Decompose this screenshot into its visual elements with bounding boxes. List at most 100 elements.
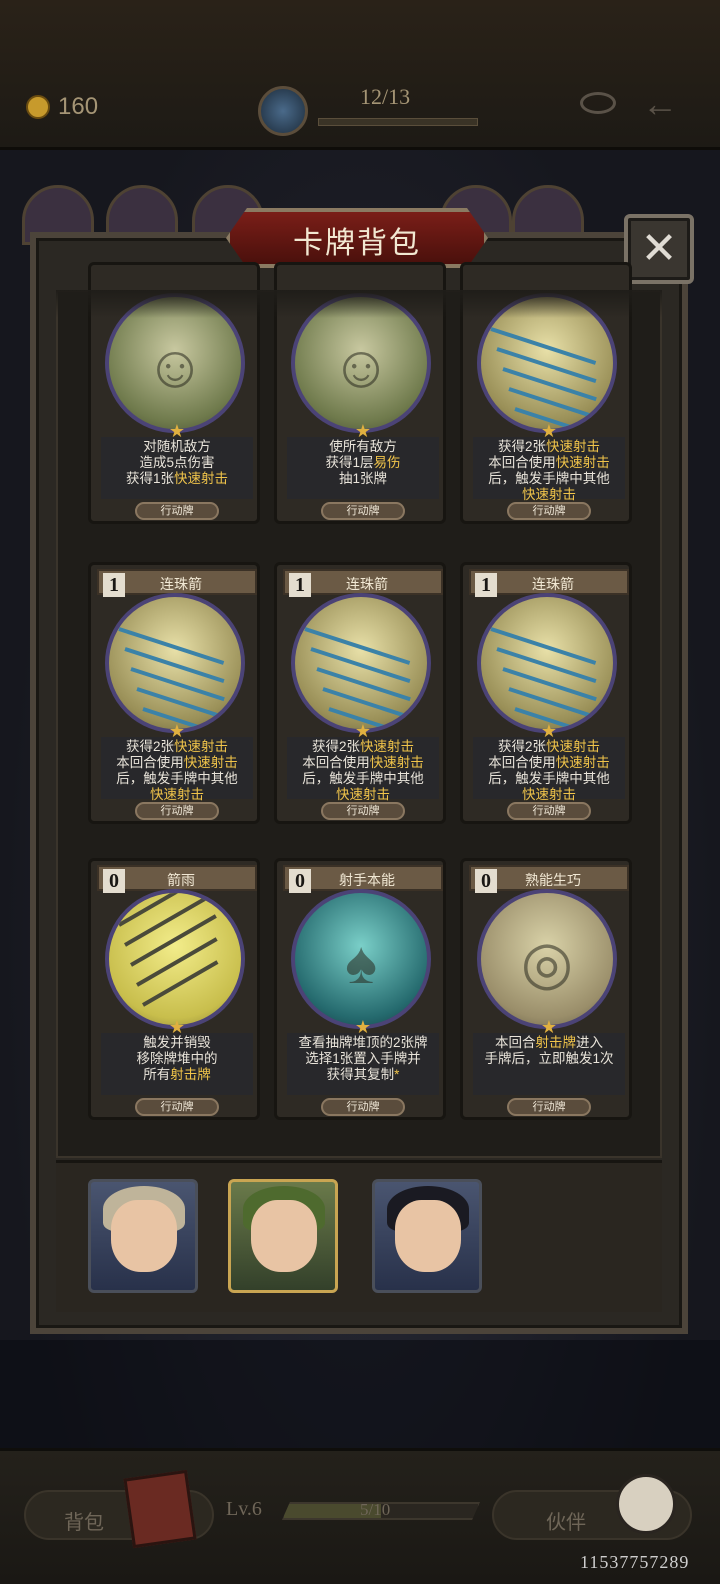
- description-text: 获得其复制: [326, 1067, 395, 1082]
- arrow-stroke: [322, 687, 412, 720]
- stage-orb-icon: [258, 86, 308, 136]
- card-description-line: 获得2张快速射击: [473, 739, 625, 755]
- card-description-line: 快速射击: [287, 787, 439, 803]
- keyword-text: 快速射击: [555, 455, 610, 470]
- description-text: 所有: [143, 1067, 171, 1082]
- target-icon: ◎: [520, 929, 574, 996]
- xp-text: 5/10: [360, 1500, 391, 1519]
- arrow-stroke: [508, 387, 598, 420]
- hero-slot-witch[interactable]: [372, 1179, 482, 1293]
- eye-icon[interactable]: [580, 92, 616, 114]
- arrow-stroke: [310, 647, 411, 684]
- card-cost: 0: [475, 869, 497, 893]
- description-text: 对随机敌方: [143, 439, 211, 454]
- description-text: 获得2张: [311, 739, 360, 754]
- card-type-label: 行动牌: [321, 502, 405, 520]
- hero-slot-archer[interactable]: [228, 1179, 338, 1293]
- card-description-line: 所有射击牌: [101, 1067, 253, 1083]
- arrow-stroke: [496, 347, 597, 384]
- card-art-practice: ◎: [477, 889, 617, 1029]
- card-description-line: 选择1张置入手牌并: [287, 1051, 439, 1067]
- card-description-line: 后，触发手牌中其他: [287, 771, 439, 787]
- description-text: 移除牌堆中的: [136, 1051, 218, 1066]
- card-description-line: 快速射击: [473, 787, 625, 803]
- arrow-stroke: [142, 960, 219, 1007]
- card-description-line: 对随机敌方: [101, 439, 253, 455]
- description-text: 获得1张: [125, 471, 174, 486]
- card-type-label: 行动牌: [321, 1098, 405, 1116]
- scroll-fade: [56, 290, 662, 318]
- arrow-stroke: [490, 327, 597, 365]
- description-text: 后，触发手牌中其他: [116, 771, 238, 786]
- card-description: 获得2张快速射击 本回合使用快速射击 后，触发手牌中其他 快速射击: [287, 737, 439, 802]
- card-header: 1 连珠箭: [283, 569, 443, 597]
- arrow-stroke: [502, 667, 597, 702]
- card-description-line: 获得1张快速射击: [101, 471, 253, 487]
- card-description-line: 快速射击: [473, 487, 625, 503]
- description-text: 获得2张: [497, 739, 546, 754]
- card-description: 对随机敌方 造成5点伤害 获得1张快速射击: [101, 437, 253, 499]
- keyword-text: 快速射击: [174, 471, 228, 486]
- description-text: 后，触发手牌中其他: [488, 771, 610, 786]
- card-description-line: 本回合使用快速射击: [101, 755, 253, 771]
- card-header: 1 连珠箭: [469, 569, 629, 597]
- description-text: 获得2张: [125, 739, 174, 754]
- card-description-line: 获得2张快速射击: [101, 739, 253, 755]
- close-button[interactable]: ✕: [624, 214, 694, 284]
- arrow-stroke: [508, 687, 598, 720]
- card-type-label: 行动牌: [507, 1098, 591, 1116]
- card[interactable]: 0 熟能生巧 ◎ ★ 本回合射击牌进入 手牌后，立即触发1次 行动牌: [460, 858, 632, 1120]
- arrow-stroke: [130, 914, 217, 967]
- card[interactable]: 1 连珠箭 ★ 获得2张快速射击 本回合使用快速射击 后，触发手牌中其他 快速射击 行动牌: [88, 562, 260, 824]
- hero-slot-bear-girl[interactable]: [88, 1179, 198, 1293]
- card-description: 本回合射击牌进入 手牌后，立即触发1次: [473, 1033, 625, 1095]
- keyword-text: 快速射击: [360, 739, 414, 754]
- card-description-line: 查看抽牌堆顶的2张牌: [287, 1035, 439, 1051]
- arrow-stroke: [124, 647, 225, 684]
- hero-portrait-bear-girl: [111, 1200, 177, 1272]
- card-header: 1 连珠箭: [97, 569, 257, 597]
- description-text: 获得2张: [497, 439, 546, 454]
- gold-coin-icon: [26, 95, 50, 119]
- card-name: 熟能生巧: [525, 872, 581, 888]
- card-description-line: 手牌后，立即触发1次: [473, 1051, 625, 1067]
- card-description-line: 获得2张快速射击: [473, 439, 625, 455]
- card-header: 0 射手本能: [283, 865, 443, 893]
- card[interactable]: 0 箭雨 ★ 触发并销毁 移除牌堆中的 所有射击牌 行动牌: [88, 858, 260, 1120]
- description-text: 本回合使用: [302, 755, 370, 770]
- book-icon[interactable]: [123, 1469, 197, 1549]
- card[interactable]: 1 连珠箭 ★ 获得2张快速射击 本回合使用快速射击 后，触发手牌中其他 快速射击 行动牌: [274, 562, 446, 824]
- card-art-arrows: [105, 593, 245, 733]
- shadow-figure-icon: ♠: [345, 929, 377, 996]
- keyword-text: 快速射击: [369, 755, 424, 770]
- card-description: 触发并销毁 移除牌堆中的 所有射击牌: [101, 1033, 253, 1095]
- keyword-text: 射击牌: [535, 1035, 577, 1050]
- description-text: 抽1张牌: [338, 471, 387, 486]
- card-name: 箭雨: [167, 872, 195, 888]
- description-text: 本回合使用: [488, 755, 556, 770]
- description-text: 触发并销毁: [143, 1035, 211, 1050]
- card-cost: 0: [289, 869, 311, 893]
- card-description-line: 后，触发手牌中其他: [101, 771, 253, 787]
- card[interactable]: 0 射手本能 ♠ ★ 查看抽牌堆顶的2张牌 选择1张置入手牌并 获得其复制* 行动牌: [274, 858, 446, 1120]
- keyword-text: 快速射击: [174, 739, 228, 754]
- dog-icon[interactable]: [616, 1474, 676, 1534]
- hero-select-row: [56, 1160, 662, 1312]
- back-arrow-icon[interactable]: ←: [642, 86, 686, 122]
- description-text: 本回合使用: [488, 455, 556, 470]
- description-text: 选择1张置入手牌并: [305, 1051, 421, 1066]
- card-header: 0 箭雨: [97, 865, 257, 893]
- keyword-text: 快速射击: [336, 787, 390, 802]
- card-description-line: 使所有敌方: [287, 439, 439, 455]
- arrow-stroke: [118, 627, 225, 665]
- watermark: 11537757289: [580, 1552, 690, 1572]
- card[interactable]: 1 连珠箭 ★ 获得2张快速射击 本回合使用快速射击 后，触发手牌中其他 快速射击 行动牌: [460, 562, 632, 824]
- keyword-text: 易伤: [373, 455, 401, 470]
- card-cost: 1: [103, 573, 125, 597]
- keyword-text: 快速射击: [546, 439, 600, 454]
- keyword-text: 快速射击: [183, 755, 238, 770]
- keyword-text: 快速射击: [522, 787, 576, 802]
- top-hud: 160 12/13 ←: [0, 0, 720, 150]
- stage-progress: 12/13: [360, 84, 411, 109]
- description-text: 后，触发手牌中其他: [302, 771, 424, 786]
